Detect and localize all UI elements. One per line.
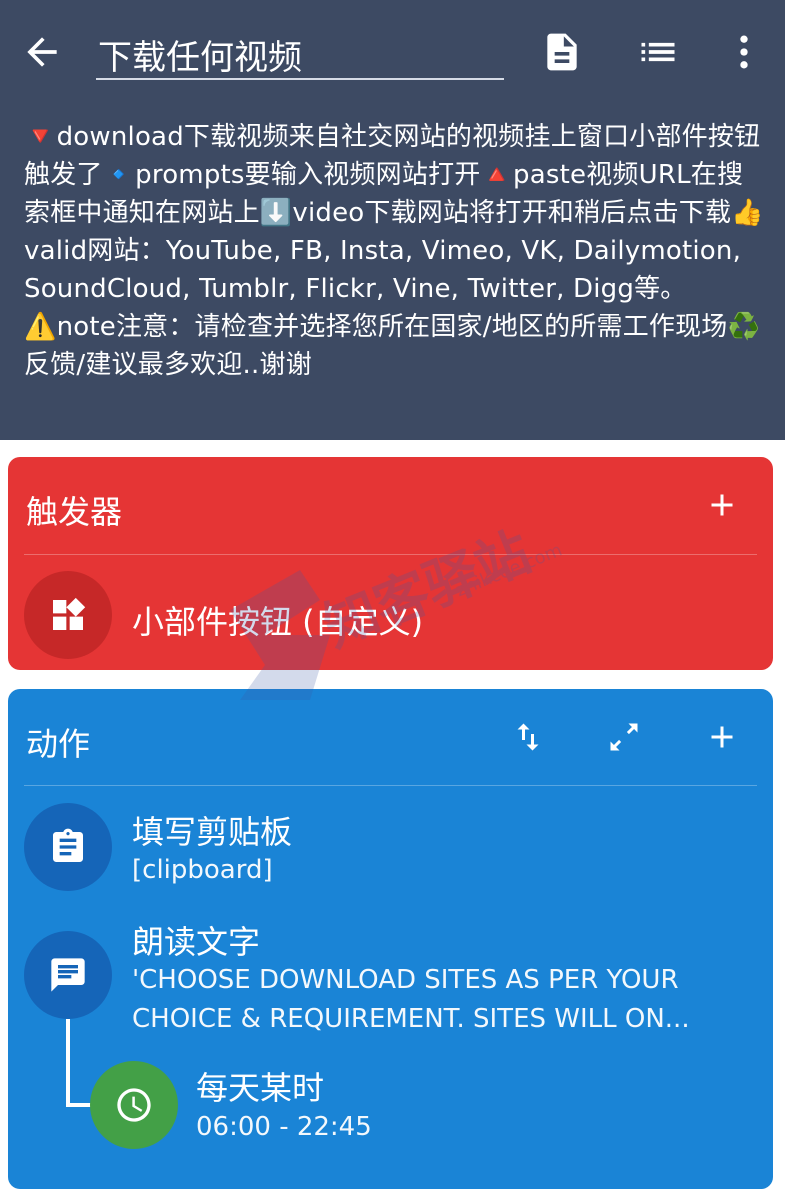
macro-description: 🔻download下载视频来自社交网站的视频挂上窗口小部件按钮触发了🔹promp… bbox=[24, 122, 764, 380]
trigger-card-title: 触发器 bbox=[26, 493, 123, 531]
action-card-title: 动作 bbox=[26, 725, 91, 763]
reorder-button[interactable] bbox=[510, 719, 546, 755]
trigger-card: 触发器 小部件按钮 (自定义) bbox=[8, 457, 773, 670]
card-divider bbox=[24, 785, 757, 786]
list-button[interactable] bbox=[636, 30, 680, 74]
plus-icon bbox=[711, 494, 733, 516]
expand-button[interactable] bbox=[606, 719, 642, 755]
add-action-button[interactable] bbox=[704, 719, 740, 755]
title-text: 下载任何视频 bbox=[98, 38, 302, 78]
action-item-title[interactable]: 填写剪贴板 bbox=[132, 807, 292, 853]
widget-icon bbox=[53, 597, 86, 630]
card-divider bbox=[24, 554, 757, 555]
constraint-connector bbox=[66, 1019, 70, 1107]
document-icon bbox=[547, 33, 577, 71]
constraint-icon-circle[interactable] bbox=[90, 1061, 178, 1149]
action-item-title[interactable]: 朗读文字 bbox=[132, 917, 260, 963]
add-trigger-button[interactable] bbox=[704, 487, 740, 523]
action-card: 动作 填写剪贴板 [clipboard] 朗读文字 'CHOOSE DOWNLO… bbox=[8, 689, 773, 1189]
action-item-icon-circle[interactable] bbox=[24, 803, 112, 891]
header-bar: 下载任何视频 🔻download下载视频来自社交网站的视频挂上窗口小部件按钮触发… bbox=[0, 0, 785, 440]
more-options-button[interactable] bbox=[722, 30, 766, 74]
trigger-item-label[interactable]: 小部件按钮 (自定义) bbox=[132, 597, 423, 643]
expand-icon bbox=[610, 723, 638, 751]
constraint-title[interactable]: 每天某时 bbox=[196, 1063, 324, 1109]
more-vert-icon bbox=[740, 35, 748, 69]
action-item-subtitle: [clipboard] bbox=[132, 855, 273, 885]
trigger-item-icon-circle[interactable] bbox=[24, 571, 112, 659]
title-input[interactable]: 下载任何视频 bbox=[96, 26, 504, 80]
clock-icon bbox=[117, 1088, 151, 1122]
document-button[interactable] bbox=[540, 30, 584, 74]
message-icon bbox=[51, 958, 85, 992]
back-button[interactable] bbox=[20, 30, 64, 74]
action-item-subtitle-line2: CHOICE & REQUIREMENT. SITES WILL ON... bbox=[132, 1004, 690, 1034]
list-icon bbox=[641, 42, 675, 62]
back-arrow-icon bbox=[27, 37, 57, 67]
constraint-subtitle: 06:00 - 22:45 bbox=[196, 1112, 372, 1142]
sort-icon bbox=[517, 723, 539, 751]
action-item-subtitle-line1: 'CHOOSE DOWNLOAD SITES AS PER YOUR bbox=[132, 965, 679, 995]
action-item-icon-circle[interactable] bbox=[24, 931, 112, 1019]
plus-icon bbox=[711, 726, 733, 748]
clipboard-icon bbox=[53, 828, 83, 862]
